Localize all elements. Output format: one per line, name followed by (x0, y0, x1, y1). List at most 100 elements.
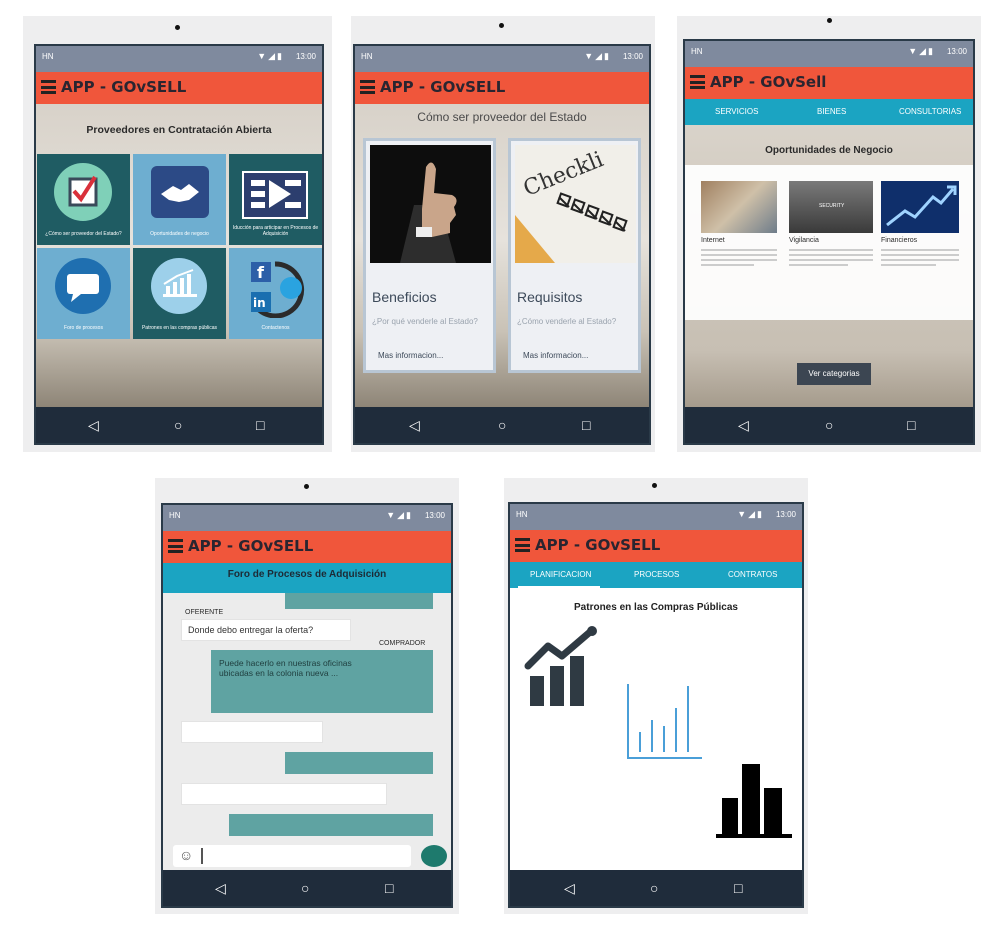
back-icon[interactable]: ◁ (88, 417, 99, 434)
item-placeholder-text (789, 249, 873, 266)
tile-foro[interactable]: Foro de procesos (37, 248, 130, 339)
message-in: Donde debo entregar la oferta? (181, 619, 351, 641)
hamburger-menu-icon[interactable] (360, 80, 375, 94)
camera-dot (827, 18, 832, 23)
tab-bienes[interactable]: BIENES (817, 107, 846, 116)
tab-contratos[interactable]: CONTRATOS (728, 570, 777, 579)
tile-induccion[interactable]: Iducción para articipar en Procesos de A… (229, 154, 322, 245)
emoji-icon[interactable]: ☺ (179, 847, 193, 863)
back-icon[interactable]: ◁ (738, 417, 749, 434)
back-icon[interactable]: ◁ (564, 880, 575, 897)
security-photo: SECURITY (789, 181, 873, 233)
tile-patrones[interactable]: Patrones en las compras públicas (133, 248, 226, 339)
thumbs-up-icon (370, 145, 491, 263)
message-input[interactable] (201, 848, 203, 864)
screen-patrones: HN ▼◢▮ 13:00 APP - GOvSELL PLANIFICACION… (508, 502, 804, 908)
item-vigilancia[interactable]: SECURITY Vigilancia (789, 181, 873, 269)
card-subtitle: ¿Por qué venderle al Estado? (372, 317, 478, 326)
page-heading: Cómo ser proveedor del Estado (417, 110, 587, 124)
hamburger-menu-icon[interactable] (690, 75, 705, 89)
page-heading: Patrones en las Compras Públicas (574, 602, 738, 613)
carrier-label: HN (42, 52, 54, 61)
app-title: APP - GOvSELL (380, 78, 506, 96)
device-5: HN ▼◢▮ 13:00 APP - GOvSELL PLANIFICACION… (504, 478, 808, 914)
tab-servicios[interactable]: SERVICIOS (715, 107, 758, 116)
card-requisitos[interactable]: Checkli Requisitos ¿Cómo venderle al Est… (508, 138, 641, 373)
message-out (285, 752, 433, 774)
recents-icon[interactable]: □ (734, 880, 742, 896)
tab-bar: PLANIFICACION PROCESOS CONTRATOS (510, 562, 802, 588)
status-bar: HN ▼◢▮ 13:00 (685, 41, 973, 67)
item-internet[interactable]: Internet (701, 181, 777, 269)
handshake-icon (151, 166, 209, 218)
tab-consultorias[interactable]: CONSULTORIAS (899, 107, 961, 116)
card-title: Requisitos (517, 289, 583, 305)
camera-dot (499, 23, 504, 28)
back-icon[interactable]: ◁ (409, 417, 420, 434)
checklist-photo: Checkli (515, 145, 636, 263)
svg-text:in: in (253, 296, 266, 310)
oferente-label: OFERENTE (185, 609, 224, 616)
app-bar: APP - GOvSELL (355, 72, 649, 104)
tile-label: Oportunidades de negocio (150, 231, 209, 237)
tile-oportunidades[interactable]: Oportunidades de negocio (133, 154, 226, 245)
item-financieros[interactable]: Financieros (881, 181, 959, 269)
home-icon[interactable]: ○ (498, 417, 506, 433)
solid-bars-icon (716, 764, 792, 838)
more-info-link[interactable]: Mas informacion... (523, 351, 588, 360)
clock: 13:00 (946, 47, 967, 56)
svg-text:f: f (257, 263, 265, 282)
clock: 13:00 (424, 511, 445, 520)
status-bar: HN ▼◢▮ 13:00 (36, 46, 322, 72)
card-beneficios[interactable]: Beneficios ¿Por qué venderle al Estado? … (363, 138, 496, 373)
app-title: APP - GOvSELL (61, 78, 187, 96)
app-title: APP - GOvSELL (188, 537, 314, 555)
android-nav-bar: ◁ ○ □ (685, 407, 973, 443)
chat-bubble-icon (55, 258, 111, 314)
hamburger-menu-icon[interactable] (41, 80, 56, 94)
camera-dot (652, 483, 657, 488)
screen-foro: HN ▼◢▮ 13:00 APP - GOvSELL Foro de Proce… (161, 503, 453, 908)
android-nav-bar: ◁ ○ □ (355, 407, 649, 443)
tile-contactenos[interactable]: f in Contactenos (229, 248, 322, 339)
app-bar: APP - GOvSell (685, 67, 973, 99)
card-subtitle: ¿Cómo venderle al Estado? (517, 317, 617, 326)
send-button[interactable] (421, 845, 447, 867)
tile-como-ser-proveedor[interactable]: ¿Cómo ser proveedor del Estado? (37, 154, 130, 245)
financial-photo (881, 181, 959, 233)
back-icon[interactable]: ◁ (215, 880, 226, 897)
bar-chart-icon (151, 258, 207, 314)
status-bar: HN ▼◢▮ 13:00 (510, 504, 802, 530)
more-info-link[interactable]: Mas informacion... (378, 351, 443, 360)
checklist-icon: Checkli (515, 145, 636, 263)
hamburger-menu-icon[interactable] (168, 539, 183, 553)
home-icon[interactable]: ○ (825, 417, 833, 433)
recents-icon[interactable]: □ (907, 417, 915, 433)
home-icon[interactable]: ○ (301, 880, 309, 896)
arrow-chart-icon (886, 185, 957, 227)
app-title: APP - GOvSELL (535, 536, 661, 554)
ver-categorias-button[interactable]: Ver categorias (797, 363, 871, 385)
tab-procesos[interactable]: PROCESOS (634, 570, 679, 579)
status-icons: ▼◢▮ (584, 51, 611, 61)
tab-planificacion[interactable]: PLANIFICACION (530, 570, 591, 579)
android-nav-bar: ◁ ○ □ (510, 870, 802, 906)
device-4: HN ▼◢▮ 13:00 APP - GOvSELL Foro de Proce… (155, 478, 459, 914)
thumbs-up-photo (370, 145, 491, 263)
carrier-label: HN (361, 52, 373, 61)
home-icon[interactable]: ○ (174, 417, 182, 433)
status-bar: HN ▼◢▮ 13:00 (355, 46, 649, 72)
recents-icon[interactable]: □ (582, 417, 590, 433)
message-out: Puede hacerlo en nuestras oficinas ubica… (211, 650, 433, 713)
home-icon[interactable]: ○ (650, 880, 658, 896)
message-in (181, 721, 323, 743)
tab-bar: SERVICIOS BIENES CONSULTORIAS (685, 99, 973, 125)
clock: 13:00 (295, 52, 316, 61)
device-2: HN ▼◢▮ 13:00 APP - GOvSELL Cómo ser prov… (351, 16, 655, 452)
recents-icon[interactable]: □ (256, 417, 264, 433)
recents-icon[interactable]: □ (385, 880, 393, 896)
hamburger-menu-icon[interactable] (515, 538, 530, 552)
tile-label: Contactenos (261, 325, 290, 331)
device-1: HN ▼◢▮ 13:00 APP - GOvSELL Proveedores e… (23, 16, 332, 452)
app-title: APP - GOvSell (710, 73, 827, 91)
